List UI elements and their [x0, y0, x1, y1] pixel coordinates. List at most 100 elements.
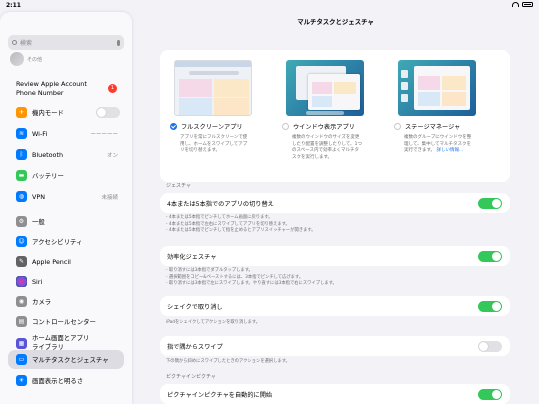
four-five-finger-toggle[interactable]	[478, 197, 502, 209]
fullscreen-radio[interactable]	[170, 123, 177, 130]
sidebar-item-label: 画面表示と明るさ	[32, 377, 84, 385]
efficiency-gesture-toggle[interactable]	[478, 250, 502, 262]
note-line: - 4本または5本指でピンチして指を止めるとアプリスイッチャーが開きます。	[166, 228, 316, 233]
home-screen-icon: ▦	[16, 337, 27, 349]
pencil-icon: ✎	[16, 256, 27, 267]
option-stage-manager[interactable]: ステージマネージャ 複数のグループにウインドウを整理して、集中してマルチタスクを…	[390, 60, 498, 155]
stage-manager-radio[interactable]	[394, 123, 401, 130]
main-pane: マルチタスクとジェスチャ フルスクリーンアプリ アプリを常にフルスクリーンで使用…	[132, 12, 539, 404]
gestures-section-header: ジェスチャ	[166, 183, 191, 189]
search-field[interactable]: 検索	[8, 35, 124, 50]
sidebar-item-label: Wi-Fi	[32, 129, 48, 138]
airplane-icon: ✈	[16, 107, 27, 118]
efficiency-group: 効率化ジェスチャ	[160, 246, 510, 266]
stage-manager-preview-image	[398, 60, 476, 116]
corner-swipe-note: 下の隅から斜めにスワイプしたときのアクションを選択します。	[166, 359, 290, 364]
multitasking-icon: ▭	[16, 354, 27, 365]
pip-group: ピクチャインピクチャを自動的に開始	[160, 384, 510, 404]
display-icon: ☀	[16, 375, 27, 386]
option-description: 複数のグループにウインドウを整理して、集中してマルチタスクを実行できます。 詳し…	[404, 135, 474, 155]
sidebar-item-multitasking[interactable]: ▭ マルチタスクとジェスチャ	[8, 350, 124, 369]
airplane-toggle[interactable]	[96, 107, 120, 118]
profile[interactable]: その他	[10, 52, 42, 66]
sidebar-item-bluetooth[interactable]: ᛒ Bluetooth オン	[8, 145, 124, 164]
siri-icon	[16, 276, 27, 287]
option-fullscreen[interactable]: フルスクリーンアプリ アプリを常にフルスクリーンで使用し、ホームをスワイプしてア…	[166, 60, 274, 155]
sidebar-item-apple-pencil[interactable]: ✎ Apple Pencil	[8, 252, 124, 271]
sidebar-item-general[interactable]: ⚙ 一般	[8, 212, 124, 231]
note-line: - 取り消すには3本指で左にスワイプします。やり直すには3本指で右にスワイプしま…	[166, 281, 337, 286]
sidebar-item-display[interactable]: ☀ 画面表示と明るさ	[8, 371, 124, 390]
windowed-preview-image	[286, 60, 364, 116]
sidebar-item-label: マルチタスクとジェスチャ	[32, 356, 109, 364]
option-windowed[interactable]: ウインドウ表示アプリ 複数のウインドウのサイズを変更したり配置を調整したりして、…	[278, 60, 386, 161]
option-label: ウインドウ表示アプリ	[293, 124, 355, 131]
row-label: 4本または5本指でのアプリの切り替え	[167, 200, 274, 208]
corner-swipe-toggle[interactable]	[478, 340, 502, 352]
sidebar-item-accessibility[interactable]: ☺ アクセシビリティ	[8, 232, 124, 251]
wifi-icon: ≋	[16, 128, 27, 139]
sidebar-item-control-center[interactable]: ▤ コントロールセンター	[8, 312, 124, 331]
sidebar-item-battery[interactable]: ▬ バッテリー	[8, 166, 124, 185]
shake-undo-row[interactable]: シェイクで取り消し	[160, 296, 510, 316]
windowed-radio[interactable]	[282, 123, 289, 130]
option-description: 複数のウインドウのサイズを変更したり配置を調整したりして、1つのスペース内で効率…	[292, 135, 363, 160]
corner-swipe-group: 指で隅からスワイプ	[160, 336, 510, 356]
fullscreen-preview-image	[174, 60, 252, 116]
shake-group: シェイクで取り消し	[160, 296, 510, 316]
four-five-finger-group: 4本または5本指でのアプリの切り替え	[160, 193, 510, 213]
sidebar: 検索 その他 Review Apple Account Phone Number…	[0, 12, 132, 404]
learn-more-link[interactable]: 詳しい情報...	[437, 148, 464, 153]
row-label: 指で隅からスワイプ	[167, 343, 223, 351]
multitasking-options: フルスクリーンアプリ アプリを常にフルスクリーンで使用し、ホームをスワイプしてア…	[160, 50, 510, 182]
search-icon	[12, 40, 17, 45]
option-label: ステージマネージャ	[405, 124, 461, 131]
sidebar-item-label: コントロールセンター	[32, 318, 96, 326]
sidebar-item-label: ホーム画面とアプリ	[32, 334, 90, 342]
camera-icon: ◉	[16, 296, 27, 307]
sidebar-item-airplane[interactable]: ✈ 機内モード	[8, 103, 124, 122]
option-description: アプリを常にフルスクリーンで使用し、ホームをスワイプしてアプリを切り替えます。	[180, 135, 248, 153]
profile-label: その他	[27, 56, 43, 63]
sidebar-item-vpn[interactable]: ◍ VPN 未接続	[8, 187, 124, 206]
efficiency-gesture-row[interactable]: 効率化ジェスチャ	[160, 246, 510, 266]
status-time: 2:11	[6, 2, 21, 9]
shake-note: iPadをシェイクしてアクションを取り消します。	[166, 320, 261, 325]
option-label: フルスクリーンアプリ	[181, 124, 243, 131]
sidebar-item-label: 一般	[32, 218, 45, 226]
sidebar-item-wifi[interactable]: ≋ Wi-Fi ーーーーー	[8, 124, 124, 143]
pip-auto-start-toggle[interactable]	[478, 388, 502, 400]
pip-auto-start-row[interactable]: ピクチャインピクチャを自動的に開始	[160, 384, 510, 404]
pip-section-header: ピクチャインピクチャ	[166, 374, 216, 380]
wifi-value: ーーーーー	[90, 131, 118, 138]
sidebar-item-label: Siri	[32, 277, 43, 286]
shake-undo-toggle[interactable]	[478, 300, 502, 312]
sidebar-item-label: カメラ	[32, 298, 52, 306]
vpn-value: 未接続	[101, 194, 118, 201]
sidebar-item-label: 機内モード	[32, 109, 64, 117]
sidebar-item-label: VPN	[32, 192, 46, 201]
corner-swipe-row[interactable]: 指で隅からスワイプ	[160, 336, 510, 356]
microphone-icon[interactable]	[117, 39, 120, 46]
notification-badge: 1	[108, 84, 117, 93]
four-five-finger-notes: - 4本または5本指でピンチしてホーム画面に戻ります。 - 4本または5本指で左…	[166, 215, 496, 235]
search-placeholder: 検索	[20, 40, 33, 47]
sidebar-item-label: アクセシビリティ	[32, 238, 83, 246]
review-account-item[interactable]: Review Apple Account Phone Number 1	[16, 80, 124, 98]
row-label: 効率化ジェスチャ	[167, 253, 217, 261]
sidebar-item-label: Bluetooth	[32, 150, 64, 159]
accessibility-icon: ☺	[16, 236, 27, 247]
bluetooth-icon: ᛒ	[16, 149, 27, 160]
battery-icon: ▬	[16, 170, 27, 181]
page-title: マルチタスクとジェスチャ	[297, 18, 374, 26]
vpn-icon: ◍	[16, 191, 27, 202]
avatar	[10, 52, 24, 66]
sidebar-item-camera[interactable]: ◉ カメラ	[8, 292, 124, 311]
battery-status-icon	[522, 2, 533, 7]
bluetooth-value: オン	[106, 152, 118, 159]
control-center-icon: ▤	[16, 316, 27, 327]
sidebar-item-label: バッテリー	[32, 172, 64, 180]
row-label: シェイクで取り消し	[167, 303, 223, 311]
sidebar-item-siri[interactable]: Siri	[8, 272, 124, 291]
four-five-finger-row[interactable]: 4本または5本指でのアプリの切り替え	[160, 193, 510, 213]
